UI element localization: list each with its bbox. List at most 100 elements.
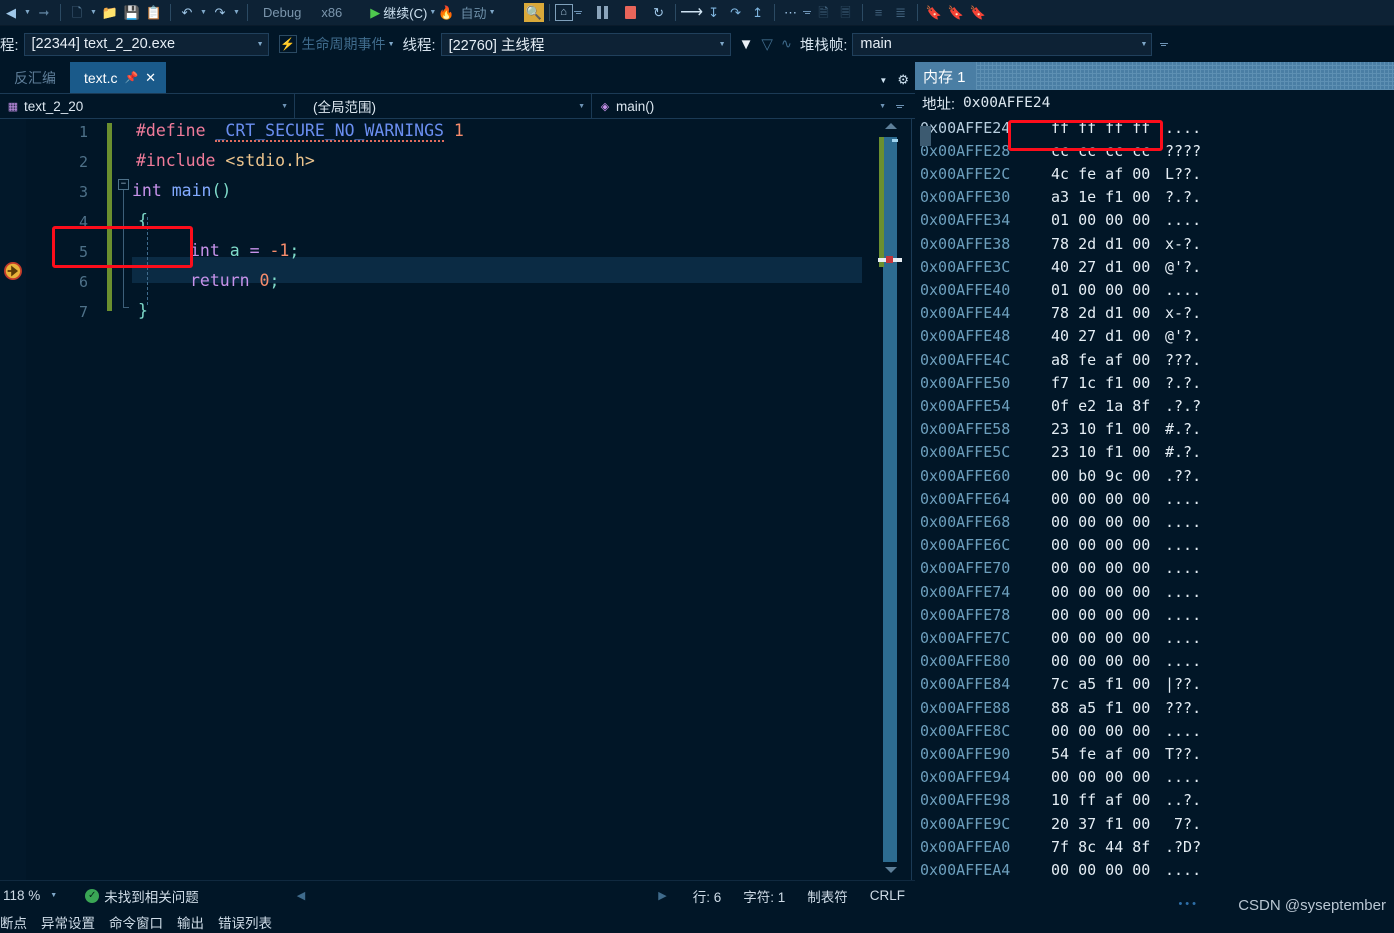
memory-row[interactable]: 0x00AFFE54 0f e2 1a 8f.?.? (915, 394, 1394, 417)
nav-scope-selector[interactable]: (全局范围) ▼ (295, 93, 592, 119)
gear-icon[interactable]: ⚙ (897, 72, 909, 88)
memory-rows-container[interactable]: 0x00AFFE24 ff ff ff ff.... 0x00AFFE28 cc cc… (915, 116, 1394, 880)
redo-icon[interactable]: ↷ (209, 2, 231, 24)
home-icon[interactable]: ⌂ (554, 4, 573, 21)
pause-icon[interactable] (592, 2, 614, 24)
memory-row[interactable]: 0x00AFFE84 7c a5 f1 00 |??. (915, 673, 1394, 696)
tab-output[interactable]: 输出 (177, 912, 204, 932)
code-line-3[interactable]: int main() (132, 181, 231, 200)
memory-row-hex[interactable]: 00 00 00 00 (1027, 583, 1150, 601)
undo-dropdown-icon[interactable]: ▼ (198, 2, 209, 24)
memory-row-hex[interactable]: 00 00 00 00 (1027, 513, 1150, 531)
scroll-left-icon[interactable]: ◀ (297, 889, 305, 902)
memory-row-hex[interactable]: f7 1c f1 00 (1027, 374, 1150, 392)
indent-icon[interactable]: ≣ (890, 2, 912, 24)
new-file-dropdown-icon[interactable]: ▼ (88, 2, 99, 24)
memory-row-hex[interactable]: 20 37 f1 00 (1027, 815, 1150, 833)
memory-row-hex[interactable]: 00 00 00 00 (1027, 652, 1150, 670)
code-line-4[interactable]: { (138, 211, 148, 230)
uncomment-icon[interactable]: 🗏 (835, 2, 857, 24)
memory-row-hex[interactable]: 00 00 00 00 (1027, 722, 1150, 740)
memory-row-hex[interactable]: 00 b0 9c 00 (1027, 467, 1150, 485)
memory-row-hex[interactable]: cc cc cc cc (1027, 142, 1150, 160)
memory-row[interactable]: 0x00AFFE64 00 00 00 00.... (915, 487, 1394, 510)
memory-row-hex[interactable]: 00 00 00 00 (1027, 490, 1150, 508)
memory-window-header[interactable]: 内存 1 (915, 62, 1394, 90)
memory-row-hex[interactable]: 40 27 d1 00 (1027, 258, 1150, 276)
save-all-icon[interactable]: 📋 (143, 2, 165, 24)
memory-row[interactable]: 0x00AFFE34 01 00 00 00.... (915, 209, 1394, 232)
memory-row-hex[interactable]: 10 ff af 00 (1027, 791, 1150, 809)
memory-row-hex[interactable]: 23 10 f1 00 (1027, 443, 1150, 461)
memory-row[interactable]: 0x00AFFE7C 00 00 00 00.... (915, 626, 1394, 649)
nav-project-selector[interactable]: ▦ text_2_20 ▼ (0, 93, 295, 119)
flag-icon[interactable]: ∿ (781, 36, 792, 52)
memory-row-hex[interactable]: a8 fe af 00 (1027, 351, 1150, 369)
memory-row[interactable]: 0x00AFFE60 00 b0 9c 00.??. (915, 464, 1394, 487)
memory-row[interactable]: 0x00AFFE4C a8 fe af 00???. (915, 348, 1394, 371)
bookmark-icon[interactable]: 🔖 (923, 2, 945, 24)
memory-row[interactable]: 0x00AFFE2C 4c fe af 00 L??. (915, 162, 1394, 185)
fold-collapse-icon[interactable]: − (118, 179, 129, 190)
memory-row-hex[interactable]: 00 00 00 00 (1027, 629, 1150, 647)
toolbar-overflow-icon[interactable] (573, 2, 584, 24)
memory-row[interactable]: 0x00AFFE8C 00 00 00 00.... (915, 719, 1394, 742)
memory-row-hex[interactable]: 78 2d d1 00 (1027, 235, 1150, 253)
flame-icon[interactable]: 🔥 (438, 5, 454, 21)
tab-disassembly[interactable]: 反汇编 (0, 62, 70, 93)
memory-row-hex[interactable]: 01 00 00 00 (1027, 211, 1150, 229)
memory-row-hex[interactable]: 88 a5 f1 00 (1027, 699, 1150, 717)
memory-row[interactable]: 0x00AFFEA0 7f 8c 44 8f .?D? (915, 835, 1394, 858)
scroll-up-icon[interactable] (885, 123, 897, 129)
breakpoint-gutter[interactable] (0, 119, 26, 880)
memory-row-hex[interactable]: ff ff ff ff (1027, 119, 1150, 137)
threads-icon[interactable]: ⋯ (780, 2, 802, 24)
continue-button[interactable]: 继续(C) (380, 3, 427, 22)
memory-row[interactable]: 0x00AFFE48 40 27 d1 00 @'?. (915, 325, 1394, 348)
filter-clear-icon[interactable]: ▽ (761, 35, 773, 53)
code-line-6[interactable]: return 0; (190, 271, 279, 290)
forward-arrow-icon[interactable]: ➞ (33, 2, 55, 24)
memory-row[interactable]: 0x00AFFE30 a3 1e f1 00?.?. (915, 186, 1394, 209)
editor-vertical-scrollbar[interactable] (878, 119, 908, 880)
memory-row-hex[interactable]: 00 00 00 00 (1027, 861, 1150, 879)
bookmark-next-icon[interactable]: 🔖 (945, 2, 967, 24)
auto-dropdown-icon[interactable]: ▼ (487, 2, 498, 24)
memory-row-hex[interactable]: 0f e2 1a 8f (1027, 397, 1150, 415)
auto-selector[interactable]: 自动 (455, 3, 487, 22)
run-icon[interactable]: ▶ (370, 5, 380, 21)
code-line-5[interactable]: int a = -1; (190, 241, 299, 260)
stop-icon[interactable] (620, 2, 642, 24)
location-overflow-icon[interactable] (1158, 33, 1169, 55)
memory-row-hex[interactable]: 00 00 00 00 (1027, 559, 1150, 577)
memory-row[interactable]: 0x00AFFE88 88 a5 f1 00???. (915, 696, 1394, 719)
memory-row[interactable]: 0x00AFFE50 f7 1c f1 00?.?. (915, 371, 1394, 394)
tab-exception-settings[interactable]: 异常设置 (41, 912, 95, 932)
threads-overflow-icon[interactable] (802, 2, 813, 24)
memory-row[interactable]: 0x00AFFE68 00 00 00 00.... (915, 510, 1394, 533)
memory-row[interactable]: 0x00AFFE98 10 ff af 00..?. (915, 789, 1394, 812)
memory-row[interactable]: 0x00AFFE74 00 00 00 00.... (915, 580, 1394, 603)
memory-row[interactable]: 0x00AFFE80 00 00 00 00.... (915, 650, 1394, 673)
search-icon[interactable]: 🔍 (523, 3, 544, 22)
memory-row[interactable]: 0x00AFFE40 01 00 00 00.... (915, 278, 1394, 301)
return-arrow-icon[interactable]: ⟶ (680, 2, 703, 24)
memory-row-hex[interactable]: 00 00 00 00 (1027, 768, 1150, 786)
memory-row-hex[interactable]: 40 27 d1 00 (1027, 327, 1150, 345)
tab-error-list[interactable]: 错误列表 (218, 912, 272, 932)
open-folder-icon[interactable]: 📁 (99, 2, 121, 24)
comment-icon[interactable]: 🗎 (813, 2, 835, 24)
pin-icon[interactable]: 📌 (124, 71, 138, 84)
tab-command-window[interactable]: 命令窗口 (109, 912, 163, 932)
lifecycle-dropdown-icon[interactable]: ▼ (386, 33, 397, 55)
platform-selector[interactable]: x86 (311, 5, 352, 20)
fold-column[interactable]: − (118, 119, 132, 880)
stackframe-selector[interactable]: main ▼ (852, 32, 1153, 56)
thread-selector[interactable]: [22760] 主线程 ▼ (440, 32, 731, 56)
undo-icon[interactable]: ↶ (176, 2, 198, 24)
filter-icon[interactable]: ▼ (739, 36, 754, 53)
config-selector[interactable]: Debug (253, 5, 311, 20)
memory-row[interactable]: 0x00AFFE3C 40 27 d1 00 @'?. (915, 255, 1394, 278)
lifecycle-events-label[interactable]: 生命周期事件 (302, 34, 386, 54)
memory-row[interactable]: 0x00AFFE78 00 00 00 00.... (915, 603, 1394, 626)
